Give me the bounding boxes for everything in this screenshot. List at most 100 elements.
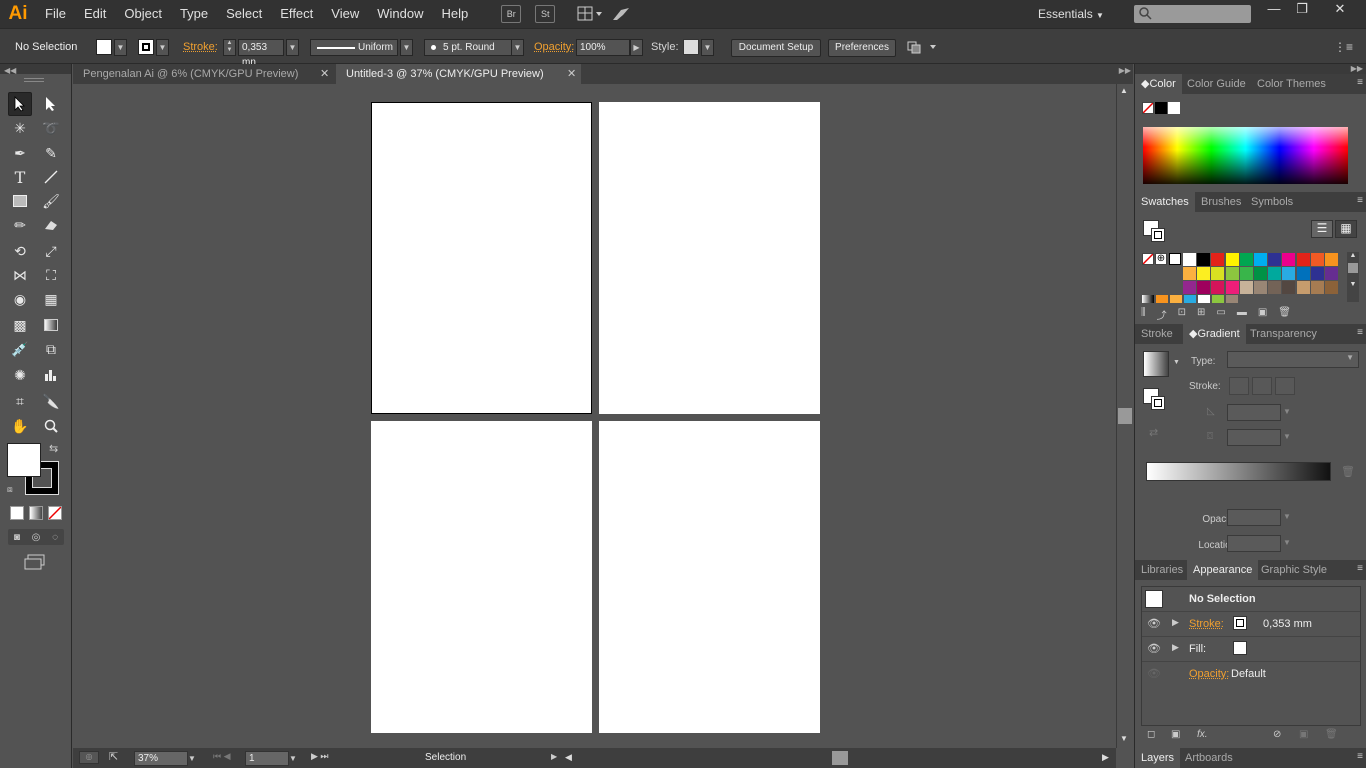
tab-swatches[interactable]: Swatches (1135, 192, 1195, 212)
appearance-stroke-label[interactable]: Stroke: (1189, 618, 1224, 630)
tab-brushes[interactable]: Brushes (1195, 192, 1247, 212)
tab-graphic-styles[interactable]: Graphic Style (1255, 560, 1333, 580)
menu-view[interactable]: View (322, 0, 368, 28)
artboard-tool-icon[interactable]: ⌗ (8, 389, 32, 413)
color-swatch[interactable] (1197, 281, 1210, 294)
rectangle-tool-icon[interactable] (8, 189, 32, 213)
scroll-left-icon[interactable]: ◀ (565, 752, 572, 763)
color-swatch[interactable] (1254, 281, 1267, 294)
fill-swatch[interactable] (96, 39, 112, 55)
thumbnail-view-icon[interactable]: ▦ (1335, 220, 1357, 238)
color-swatch[interactable] (1197, 267, 1210, 280)
style-dropdown[interactable]: ▼ (701, 39, 714, 56)
swatch-libraries-icon[interactable]: ⫼ (1141, 307, 1146, 321)
expand-triangle-icon[interactable]: ▶ (1172, 642, 1179, 653)
color-swatch[interactable] (1325, 281, 1338, 294)
tab-libraries[interactable]: Libraries (1135, 560, 1189, 580)
arrange-documents-icon[interactable] (577, 6, 603, 22)
collapse-icon[interactable]: ◀◀ (0, 66, 16, 75)
gradient-mode-icon[interactable] (29, 506, 43, 520)
tab-artboards[interactable]: Artboards (1179, 748, 1239, 768)
color-swatch[interactable] (1268, 281, 1281, 294)
scroll-thumb[interactable] (1118, 408, 1132, 424)
gradient-type-dropdown[interactable]: ▼ (1227, 351, 1359, 368)
search-input[interactable] (1134, 5, 1251, 23)
fill-dropdown[interactable]: ▼ (114, 39, 127, 56)
tab-stroke[interactable]: Stroke (1135, 324, 1179, 344)
scale-tool-icon[interactable]: ⤢ (39, 239, 63, 263)
color-swatch[interactable] (1311, 281, 1324, 294)
horizontal-scroll-thumb[interactable] (832, 751, 848, 765)
color-swatch[interactable] (1325, 253, 1338, 266)
lasso-tool-icon[interactable]: ➰ (39, 116, 63, 140)
direct-selection-tool-icon[interactable] (39, 92, 63, 116)
stroke-dropdown[interactable]: ▼ (156, 39, 169, 56)
opacity-field[interactable]: 100% (576, 39, 630, 56)
artboard-2[interactable] (599, 102, 820, 414)
expand-triangle-icon[interactable]: ▶ (1172, 617, 1179, 628)
stroke-swatch[interactable] (138, 39, 154, 55)
panel-menu-icon[interactable]: ≡ (1357, 563, 1363, 574)
menu-object[interactable]: Object (115, 0, 171, 28)
tab-untitled-3[interactable]: Untitled-3 @ 37% (CMYK/GPU Preview) (336, 64, 581, 84)
swatch-none[interactable] (1142, 253, 1154, 265)
swatch-options-icon[interactable]: ⊞ (1197, 307, 1205, 321)
first-artboard-icon[interactable]: ⏮ ◀ (213, 751, 231, 762)
eye-icon[interactable]: 👁 (1147, 667, 1161, 680)
preferences-button[interactable]: Preferences (828, 39, 896, 57)
pen-tool-icon[interactable]: ✒ (8, 141, 32, 165)
color-swatch[interactable] (1311, 267, 1324, 280)
maximize-button[interactable]: ❐ (1288, 0, 1316, 20)
screen-mode-icon[interactable] (24, 554, 46, 570)
tab-color-themes[interactable]: Color Themes (1251, 74, 1332, 94)
color-swatch[interactable] (1240, 281, 1253, 294)
eraser-tool-icon[interactable] (39, 213, 63, 237)
document-setup-button[interactable]: Document Setup (731, 39, 821, 57)
appearance-fill-row[interactable]: 👁 ▶ Fill: (1142, 637, 1360, 662)
eye-icon[interactable]: 👁 (1147, 617, 1161, 630)
color-swatch[interactable] (1226, 253, 1239, 266)
minimize-button[interactable]: — (1260, 0, 1288, 20)
color-swatch[interactable] (1226, 281, 1239, 294)
delete-stop-icon[interactable]: 🗑 (1341, 465, 1355, 478)
color-swatch[interactable] (1240, 253, 1253, 266)
gpu-performance-icon[interactable] (611, 6, 631, 22)
panel-menu-icon[interactable]: ≡ (1357, 327, 1363, 338)
selection-tool-icon[interactable] (8, 92, 32, 116)
swatches-scrollbar[interactable]: ▲ ▼ (1347, 252, 1359, 302)
show-kinds-icon[interactable]: ⊡ (1178, 307, 1186, 321)
default-fill-stroke-icon[interactable]: ⧈ (7, 484, 13, 495)
symbol-sprayer-tool-icon[interactable]: ✺ (8, 363, 32, 387)
magic-wand-tool-icon[interactable]: ✳ (8, 116, 32, 140)
color-spectrum[interactable] (1143, 127, 1348, 184)
stroke-weight-dropdown[interactable]: ▼ (286, 39, 299, 56)
artboard-dropdown[interactable]: ▼ (289, 751, 297, 766)
pencil-tool-icon[interactable]: ✏ (8, 213, 32, 237)
eyedropper-tool-icon[interactable]: 💉 (8, 337, 32, 361)
opacity-arrow[interactable]: ▶ (630, 39, 643, 56)
panel-menu-icon[interactable]: ≡ (1357, 751, 1363, 762)
dock-collapse-icon[interactable]: ▶▶ (1135, 64, 1366, 74)
location-field[interactable] (1227, 535, 1281, 552)
stock-button[interactable]: St (535, 5, 555, 23)
appearance-opacity-label[interactable]: Opacity: (1189, 668, 1229, 680)
menu-edit[interactable]: Edit (75, 0, 115, 28)
perspective-grid-tool-icon[interactable]: ▦ (39, 287, 63, 311)
color-swatch[interactable] (1297, 253, 1310, 266)
tab-pengenalan[interactable]: Pengenalan Ai @ 6% (CMYK/GPU Preview) (73, 64, 335, 84)
draw-normal-icon[interactable]: ◙ (14, 532, 20, 543)
color-swatch[interactable] (1197, 253, 1210, 266)
tab-gradient[interactable]: ◆Gradient (1183, 324, 1246, 344)
gradient-preview[interactable] (1143, 351, 1169, 377)
aspect-ratio-field[interactable] (1227, 429, 1281, 446)
scroll-up-icon[interactable]: ▲ (1120, 86, 1128, 95)
color-swatch[interactable] (1268, 253, 1281, 266)
menu-help[interactable]: Help (432, 0, 477, 28)
grip-icon[interactable] (24, 78, 44, 82)
free-transform-tool-icon[interactable]: ⛶ (39, 263, 63, 287)
color-swatch[interactable] (1254, 267, 1267, 280)
appearance-fill-swatch[interactable] (1233, 641, 1247, 655)
new-swatch-icon[interactable]: ▣ (1258, 307, 1267, 321)
zoom-tool-icon[interactable] (39, 414, 63, 438)
artboard-1[interactable] (371, 102, 592, 414)
